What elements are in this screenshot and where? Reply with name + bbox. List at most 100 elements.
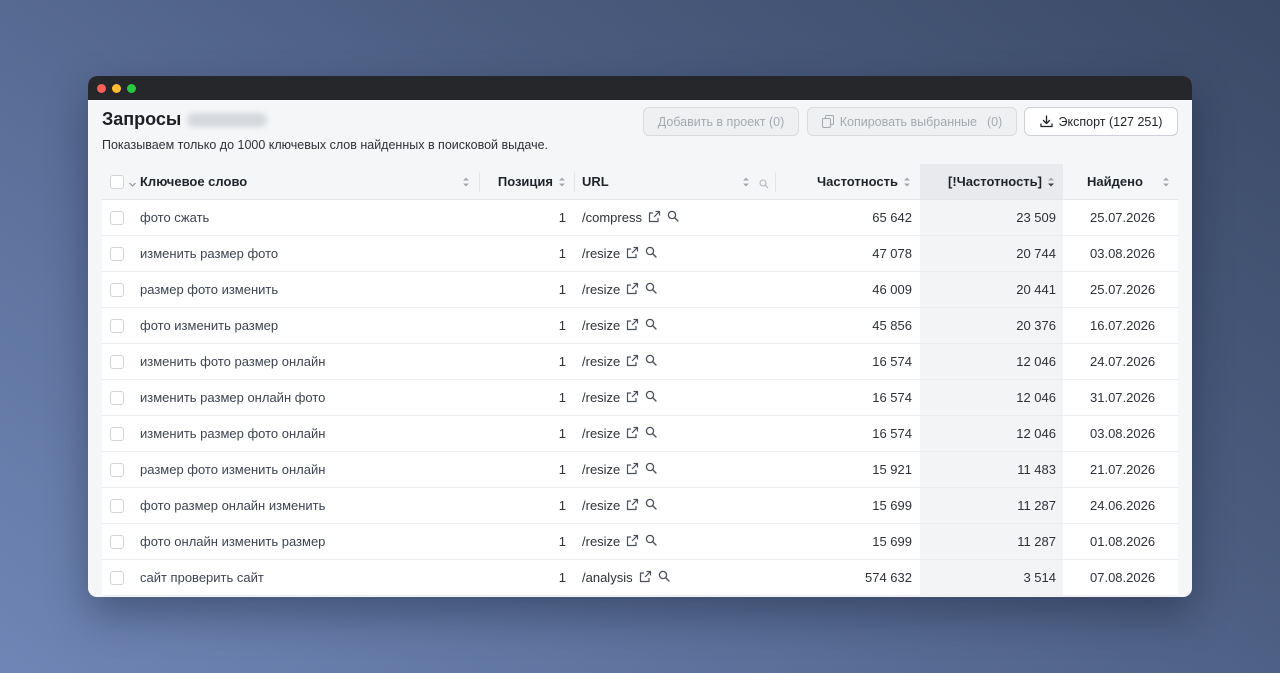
table-row[interactable]: изменить размер фото онлайн 1/resize 16 57… [102,416,1178,452]
row-checkbox[interactable] [110,391,124,405]
close-window-button[interactable] [97,84,106,93]
page-title-text: Запросы [102,109,182,129]
row-checkbox[interactable] [110,463,124,477]
table-row[interactable]: изменить размер онлайн фото 1/resize 16 57… [102,380,1178,416]
frequency-cell: 45 856 [872,318,912,333]
select-all-checkbox[interactable] [110,175,124,189]
table-row[interactable]: сайт проверить сайт 1/analysis 574 632 3 51… [102,560,1178,596]
frequency-cell: 16 574 [872,354,912,369]
column-header-keyword[interactable]: Ключевое слово [140,164,247,199]
table-row[interactable]: размер фото изменить 1/resize 46 009 20 441… [102,272,1178,308]
table-row[interactable]: фото онлайн изменить размер 1/resize 15 69… [102,524,1178,560]
search-icon[interactable] [645,354,657,369]
position-cell: 1 [558,390,566,405]
url-text[interactable]: /resize [582,534,620,549]
url-text[interactable]: /resize [582,246,620,261]
column-header-exact-frequency[interactable]: [!Частотность] [948,164,1042,199]
search-icon[interactable] [645,246,657,261]
search-icon[interactable] [759,176,769,194]
keyword-cell: изменить размер фото онлайн [140,426,326,441]
url-text[interactable]: /resize [582,282,620,297]
column-header-position[interactable]: Позиция [498,164,553,199]
url-text[interactable]: /compress [582,210,642,225]
sort-updown-icon[interactable] [903,175,911,193]
keyword-cell: изменить фото размер онлайн [140,354,326,369]
external-link-icon[interactable] [639,570,652,586]
external-link-icon[interactable] [648,210,661,226]
search-icon[interactable] [658,570,670,585]
column-divider[interactable] [574,172,575,192]
search-icon[interactable] [667,210,679,225]
title-bar [88,76,1192,100]
column-header-url[interactable]: URL [582,164,609,199]
external-link-icon[interactable] [626,426,639,442]
url-text[interactable]: /resize [582,426,620,441]
row-checkbox[interactable] [110,535,124,549]
sort-active-icon[interactable] [1047,175,1055,193]
external-link-icon[interactable] [626,498,639,514]
add-to-project-button[interactable]: Добавить в проект (0) [643,107,799,136]
sort-updown-icon[interactable] [558,175,566,193]
row-checkbox[interactable] [110,319,124,333]
external-link-icon[interactable] [626,390,639,406]
table-row[interactable]: фото изменить размер 1/resize 45 856 20 376… [102,308,1178,344]
url-text[interactable]: /analysis [582,570,633,585]
search-icon[interactable] [645,282,657,297]
external-link-icon[interactable] [626,354,639,370]
exact-frequency-cell: 3 514 [1023,570,1056,585]
external-link-icon[interactable] [626,282,639,298]
chevron-down-icon[interactable] [128,176,137,194]
minimize-window-button[interactable] [112,84,121,93]
row-checkbox[interactable] [110,499,124,513]
export-button[interactable]: Экспорт (127 251) [1024,107,1178,136]
column-divider[interactable] [479,172,480,192]
column-header-found[interactable]: Найдено [1087,164,1143,199]
url-text[interactable]: /resize [582,462,620,477]
row-checkbox[interactable] [110,571,124,585]
copy-icon [821,115,834,128]
search-icon[interactable] [645,462,657,477]
row-checkbox[interactable] [110,211,124,225]
url-text[interactable]: /resize [582,354,620,369]
exact-frequency-cell: 20 376 [1016,318,1056,333]
copy-selected-label: Копировать выбранные [839,114,977,129]
row-checkbox[interactable] [110,283,124,297]
search-icon[interactable] [645,318,657,333]
position-cell: 1 [558,318,566,333]
search-icon[interactable] [645,534,657,549]
found-date-cell: 16.07.2026 [1090,318,1156,333]
table-row[interactable]: изменить фото размер онлайн 1/resize 16 57… [102,344,1178,380]
table-row[interactable]: фото сжать 1/compress 65 642 23 509 25.07.20… [102,200,1178,236]
maximize-window-button[interactable] [127,84,136,93]
sort-updown-icon[interactable] [742,175,750,193]
frequency-cell: 574 632 [865,570,912,585]
found-date-cell: 03.08.2026 [1090,246,1156,261]
external-link-icon[interactable] [626,246,639,262]
search-icon[interactable] [645,390,657,405]
search-icon[interactable] [645,498,657,513]
column-header-frequency[interactable]: Частотность [817,164,898,199]
table-row[interactable]: размер фото изменить онлайн 1/resize 15 92… [102,452,1178,488]
external-link-icon[interactable] [626,534,639,550]
copy-selected-button[interactable]: Копировать выбранные (0) [807,107,1017,136]
row-checkbox[interactable] [110,427,124,441]
keyword-cell: изменить размер фото [140,246,279,261]
table-row[interactable]: изменить размер фото 1/resize 47 078 20 744… [102,236,1178,272]
add-to-project-label: Добавить в проект (0) [657,114,785,129]
exact-frequency-cell: 20 744 [1016,246,1056,261]
table-row[interactable]: фото размер онлайн изменить 1/resize 15 69… [102,488,1178,524]
external-link-icon[interactable] [626,318,639,334]
url-text[interactable]: /resize [582,498,620,513]
row-checkbox[interactable] [110,355,124,369]
search-icon[interactable] [645,426,657,441]
column-divider[interactable] [775,172,776,192]
sort-updown-icon[interactable] [462,175,470,193]
frequency-cell: 15 699 [872,534,912,549]
sort-updown-icon[interactable] [1162,175,1170,193]
external-link-icon[interactable] [626,462,639,478]
url-text[interactable]: /resize [582,318,620,333]
url-cell: /resize [582,272,657,307]
url-text[interactable]: /resize [582,390,620,405]
url-cell: /analysis [582,560,670,595]
row-checkbox[interactable] [110,247,124,261]
